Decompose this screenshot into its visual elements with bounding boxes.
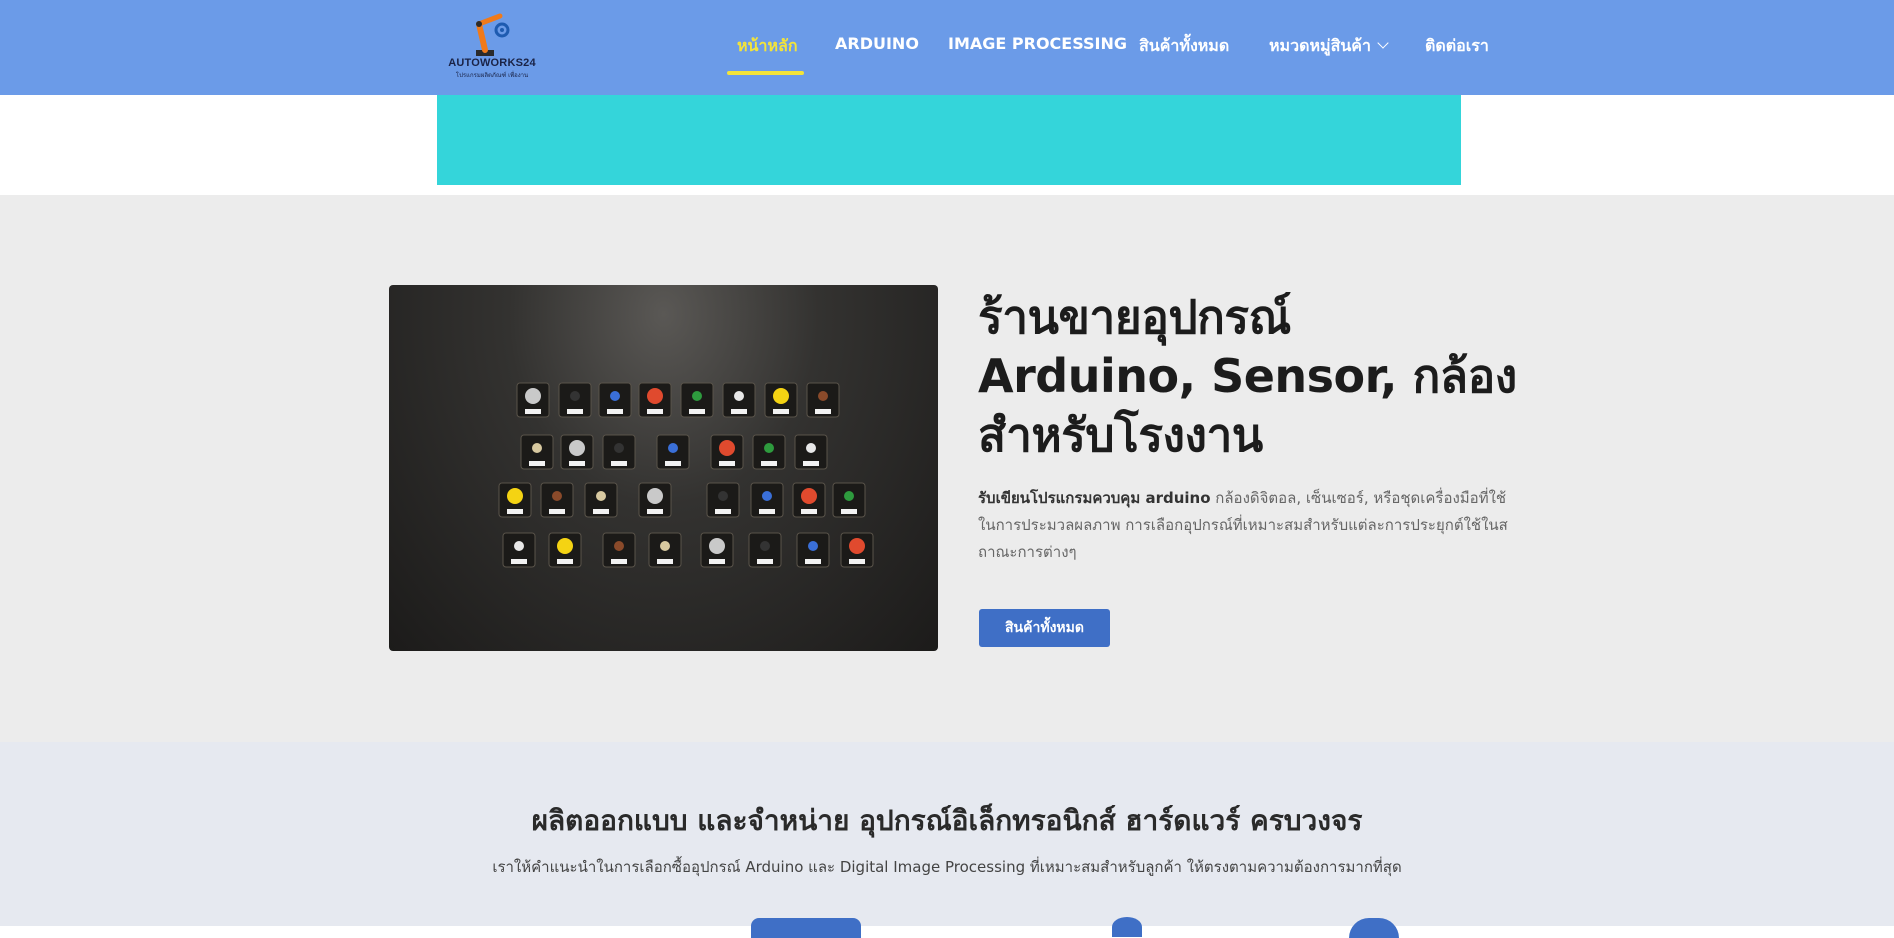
logo-tagline: โปรแกรมผลิตภัณฑ์ เพื่องาน <box>455 73 529 79</box>
sensor-component <box>801 488 817 504</box>
sensor-modules-illustration <box>498 382 874 568</box>
sensor-component <box>818 391 828 401</box>
sensor-component <box>806 443 816 453</box>
sensor-connector <box>511 559 527 564</box>
sensor-component <box>849 538 865 554</box>
sensor-connector <box>719 461 735 466</box>
sensor-connector <box>849 559 865 564</box>
sensor-component <box>557 538 573 554</box>
hero-title-line-2: Arduino, Sensor, กล้อง <box>978 349 1517 403</box>
sensor-connector <box>549 509 565 514</box>
sensor-connector <box>773 409 789 414</box>
feature-icon-2 <box>1112 917 1142 937</box>
sensor-component <box>647 488 663 504</box>
nav-arduino[interactable]: ARDUINO <box>835 34 919 53</box>
sensor-connector <box>709 559 725 564</box>
sensor-component <box>760 541 770 551</box>
nav-home[interactable]: หน้าหลัก <box>737 34 798 59</box>
nav-categories-label: หมวดหมู่สินค้า <box>1269 36 1371 55</box>
sensor-connector <box>557 559 573 564</box>
sensor-connector <box>689 409 705 414</box>
sensor-connector <box>841 509 857 514</box>
sensor-connector <box>529 461 545 466</box>
sensor-component <box>610 391 620 401</box>
sensor-component <box>552 491 562 501</box>
sensor-connector <box>757 559 773 564</box>
sensor-connector <box>611 461 627 466</box>
sensor-component <box>570 391 580 401</box>
nav-image-processing[interactable]: IMAGE PROCESSING <box>948 34 1127 53</box>
nav-all-products[interactable]: สินค้าทั้งหมด <box>1139 34 1229 59</box>
services-subtitle: เราให้คำแนะนำในการเลือกซื้ออุปกรณ์ Ardui… <box>492 858 1402 876</box>
sensor-connector <box>715 509 731 514</box>
sensor-connector <box>611 559 627 564</box>
sensor-connector <box>801 509 817 514</box>
sensor-modules-image <box>389 285 938 651</box>
hero-section: ร้านขายอุปกรณ์ Arduino, Sensor, กล้อง สำ… <box>0 195 1894 742</box>
sensor-connector <box>657 559 673 564</box>
sensor-connector <box>507 509 523 514</box>
chevron-down-icon <box>1377 37 1389 49</box>
sensor-connector <box>805 559 821 564</box>
sensor-component <box>614 443 624 453</box>
sensor-component <box>734 391 744 401</box>
sensor-component <box>709 538 725 554</box>
hero-description: รับเขียนโปรแกรมควบคุม arduino กล้องดิจิต… <box>978 485 1518 566</box>
logo-name: AUTOWORKS24 <box>448 57 536 69</box>
sensor-connector <box>525 409 541 414</box>
hero-title: ร้านขายอุปกรณ์ Arduino, Sensor, กล้อง สำ… <box>978 288 1538 465</box>
sensor-component <box>764 443 774 453</box>
sensor-connector <box>607 409 623 414</box>
feature-icon-1 <box>751 918 861 938</box>
hero-description-bold: รับเขียนโปรแกรมควบคุม arduino <box>978 489 1211 507</box>
sensor-connector <box>665 461 681 466</box>
sensor-connector <box>761 461 777 466</box>
hero-title-line-1: ร้านขายอุปกรณ์ <box>978 290 1291 344</box>
sensor-component <box>569 440 585 456</box>
banner-strip <box>437 95 1461 185</box>
sensor-connector <box>803 461 819 466</box>
sensor-connector <box>567 409 583 414</box>
sensor-component <box>844 491 854 501</box>
sensor-component <box>507 488 523 504</box>
sensor-connector <box>731 409 747 414</box>
sensor-component <box>660 541 670 551</box>
sensor-connector <box>569 461 585 466</box>
sensor-component <box>525 388 541 404</box>
sensor-component <box>532 443 542 453</box>
sensor-connector <box>647 509 663 514</box>
sensor-component <box>514 541 524 551</box>
sensor-component <box>668 443 678 453</box>
sensor-component <box>808 541 818 551</box>
all-products-button[interactable]: สินค้าทั้งหมด <box>979 609 1110 647</box>
nav-categories[interactable]: หมวดหมู่สินค้า <box>1269 34 1389 59</box>
services-section: ผลิตออกแบบ และจำหน่าย อุปกรณ์อิเล็กทรอนิ… <box>0 742 1894 938</box>
services-title: ผลิตออกแบบ และจำหน่าย อุปกรณ์อิเล็กทรอนิ… <box>531 804 1363 837</box>
hero-title-line-3: สำหรับโรงงาน <box>978 408 1263 462</box>
sensor-component <box>762 491 772 501</box>
sensor-component <box>647 388 663 404</box>
nav-contact[interactable]: ติดต่อเรา <box>1425 34 1489 59</box>
sensor-component <box>718 491 728 501</box>
sensor-connector <box>815 409 831 414</box>
sensor-connector <box>759 509 775 514</box>
site-logo[interactable]: AUTOWORKS24 โปรแกรมผลิตภัณฑ์ เพื่องาน <box>444 10 540 80</box>
sensor-component <box>773 388 789 404</box>
sensor-component <box>596 491 606 501</box>
robot-arm-logo-icon <box>476 13 510 56</box>
sensor-connector <box>593 509 609 514</box>
sensor-component <box>614 541 624 551</box>
sensor-component <box>692 391 702 401</box>
active-nav-indicator <box>727 71 804 75</box>
sensor-connector <box>647 409 663 414</box>
site-header: AUTOWORKS24 โปรแกรมผลิตภัณฑ์ เพื่องาน หน… <box>0 0 1894 95</box>
sensor-component <box>719 440 735 456</box>
feature-icon-3 <box>1349 918 1399 938</box>
